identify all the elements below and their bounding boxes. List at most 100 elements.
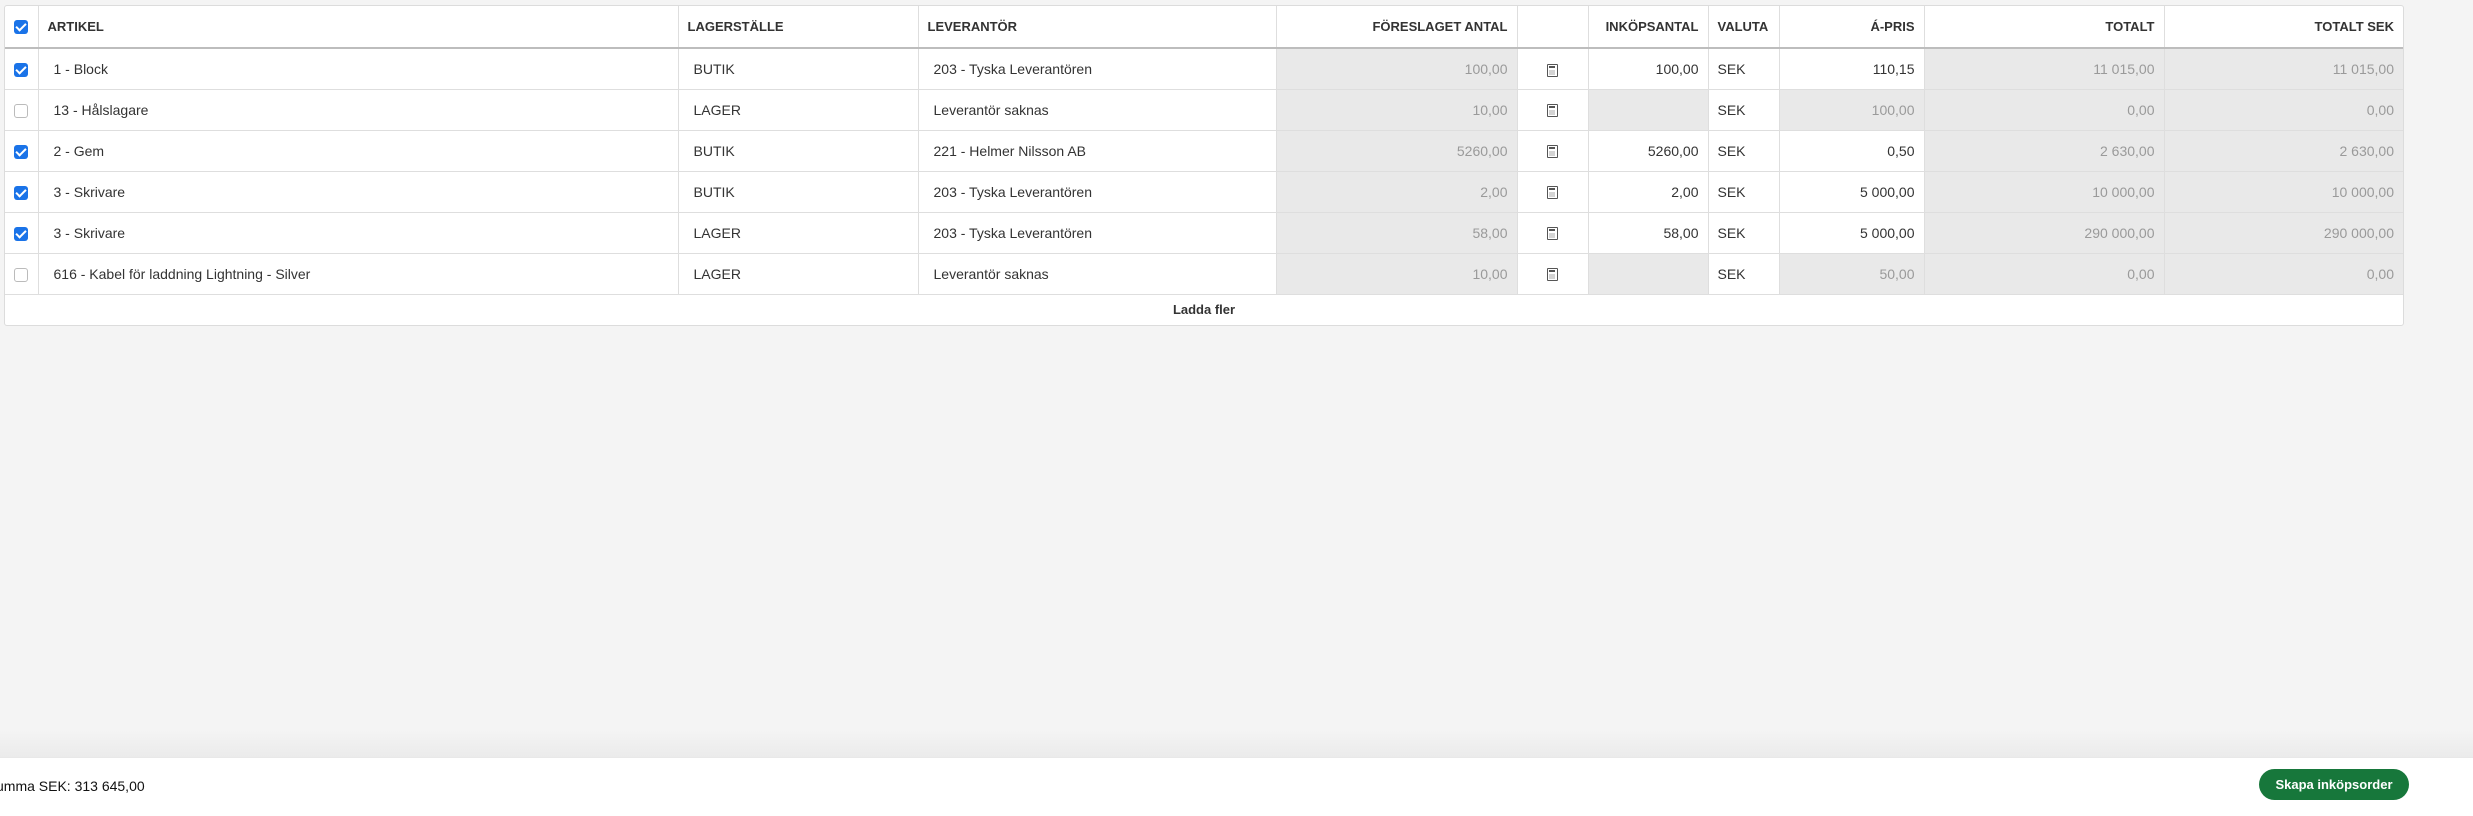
table: ARTIKEL LAGERSTÄLLE LEVERANTÖR FÖRESLAGE… bbox=[5, 6, 2403, 295]
col-header-totalt-sek[interactable]: TOTALT SEK bbox=[2164, 6, 2403, 49]
cell-a-pris-input[interactable]: 0,50 bbox=[1779, 130, 1925, 172]
row-checkbox[interactable] bbox=[14, 103, 29, 118]
row-checkbox[interactable] bbox=[14, 185, 29, 200]
calculator-icon[interactable] bbox=[1547, 227, 1558, 241]
cell-leverantor[interactable]: 203 - Tyska Leverantören bbox=[918, 171, 1277, 213]
row-checkbox[interactable] bbox=[14, 62, 29, 77]
cell-a-pris-input: 50,00 bbox=[1779, 253, 1925, 295]
calculator-icon[interactable] bbox=[1547, 268, 1558, 282]
col-header-lagerstalle[interactable]: LAGERSTÄLLE bbox=[678, 6, 919, 49]
cell-foreslaget-antal: 10,00 bbox=[1276, 253, 1518, 295]
table-header-row: ARTIKEL LAGERSTÄLLE LEVERANTÖR FÖRESLAGE… bbox=[5, 6, 2403, 49]
cell-lagerstalle: LAGER bbox=[678, 212, 919, 254]
cell-totalt: 0,00 bbox=[1924, 89, 2165, 131]
table-row: 616 - Kabel för laddning Lightning - Sil… bbox=[5, 253, 2403, 295]
cell-totalt: 10 000,00 bbox=[1924, 171, 2165, 213]
cell-leverantor[interactable]: Leverantör saknas bbox=[918, 89, 1277, 131]
col-header-artikel[interactable]: ARTIKEL bbox=[38, 6, 679, 49]
table-row: 13 - Hålslagare LAGER Leverantör saknas 10,… bbox=[5, 89, 2403, 131]
cell-a-pris-input: 100,00 bbox=[1779, 89, 1925, 131]
calculator-icon[interactable] bbox=[1547, 145, 1558, 159]
cell-lagerstalle: LAGER bbox=[678, 89, 919, 131]
cell-totalt-sek: 10 000,00 bbox=[2164, 171, 2403, 213]
cell-totalt: 0,00 bbox=[1924, 253, 2165, 295]
cell-valuta: SEK bbox=[1708, 171, 1780, 213]
cell-valuta: SEK bbox=[1708, 89, 1780, 131]
cell-totalt: 290 000,00 bbox=[1924, 212, 2165, 254]
col-header-a-pris[interactable]: Á-PRIS bbox=[1779, 6, 1925, 49]
cell-totalt: 11 015,00 bbox=[1924, 48, 2165, 90]
cell-inkopsantal-input[interactable]: 5260,00 bbox=[1588, 130, 1709, 172]
cell-inkopsantal-input bbox=[1588, 253, 1709, 295]
row-select-cell[interactable] bbox=[5, 48, 39, 90]
cell-a-pris-input[interactable]: 5 000,00 bbox=[1779, 212, 1925, 254]
calculator-icon[interactable] bbox=[1547, 63, 1558, 77]
cell-valuta: SEK bbox=[1708, 253, 1780, 295]
cell-totalt-sek: 0,00 bbox=[2164, 253, 2403, 295]
cell-artikel: 1 - Block bbox=[38, 48, 679, 90]
cell-calculator[interactable] bbox=[1517, 48, 1589, 90]
col-header-valuta[interactable]: VALUTA bbox=[1708, 6, 1780, 49]
calculator-icon[interactable] bbox=[1547, 104, 1558, 118]
cell-totalt: 2 630,00 bbox=[1924, 130, 2165, 172]
cell-calculator[interactable] bbox=[1517, 171, 1589, 213]
cell-calculator[interactable] bbox=[1517, 253, 1589, 295]
cell-foreslaget-antal: 2,00 bbox=[1276, 171, 1518, 213]
cell-foreslaget-antal: 100,00 bbox=[1276, 48, 1518, 90]
footer-shadow bbox=[0, 730, 2473, 757]
cell-artikel: 3 - Skrivare bbox=[38, 212, 679, 254]
cell-totalt-sek: 11 015,00 bbox=[2164, 48, 2403, 90]
row-select-cell[interactable] bbox=[5, 171, 39, 213]
footer-bar: umma SEK: 313 645,00 Skapa inköpsorder bbox=[0, 757, 2473, 816]
col-header-foreslaget-antal[interactable]: FÖRESLAGET ANTAL bbox=[1276, 6, 1518, 49]
table-row: 2 - Gem BUTIK 221 - Helmer Nilsson AB 5260,… bbox=[5, 130, 2403, 172]
cell-inkopsantal-input bbox=[1588, 89, 1709, 131]
row-checkbox[interactable] bbox=[14, 267, 29, 282]
cell-valuta: SEK bbox=[1708, 212, 1780, 254]
cell-leverantor[interactable]: 203 - Tyska Leverantören bbox=[918, 212, 1277, 254]
col-header-calculator bbox=[1517, 6, 1589, 49]
cell-calculator[interactable] bbox=[1517, 212, 1589, 254]
row-select-cell[interactable] bbox=[5, 212, 39, 254]
calculator-icon[interactable] bbox=[1547, 186, 1558, 200]
cell-totalt-sek: 2 630,00 bbox=[2164, 130, 2403, 172]
cell-artikel: 2 - Gem bbox=[38, 130, 679, 172]
cell-calculator[interactable] bbox=[1517, 89, 1589, 131]
cell-foreslaget-antal: 10,00 bbox=[1276, 89, 1518, 131]
cell-inkopsantal-input[interactable]: 58,00 bbox=[1588, 212, 1709, 254]
cell-calculator[interactable] bbox=[1517, 130, 1589, 172]
row-checkbox[interactable] bbox=[14, 144, 29, 159]
create-purchase-order-button[interactable]: Skapa inköpsorder bbox=[2259, 769, 2409, 800]
cell-artikel: 13 - Hålslagare bbox=[38, 89, 679, 131]
cell-valuta: SEK bbox=[1708, 130, 1780, 172]
select-all-checkbox[interactable] bbox=[14, 20, 29, 35]
cell-artikel: 3 - Skrivare bbox=[38, 171, 679, 213]
cell-a-pris-input[interactable]: 110,15 bbox=[1779, 48, 1925, 90]
col-header-totalt[interactable]: TOTALT bbox=[1924, 6, 2165, 49]
cell-lagerstalle: LAGER bbox=[678, 253, 919, 295]
table-row: 3 - Skrivare BUTIK 203 - Tyska Leverantöre… bbox=[5, 171, 2403, 213]
cell-inkopsantal-input[interactable]: 100,00 bbox=[1588, 48, 1709, 90]
cell-leverantor[interactable]: 221 - Helmer Nilsson AB bbox=[918, 130, 1277, 172]
cell-lagerstalle: BUTIK bbox=[678, 171, 919, 213]
cell-leverantor[interactable]: 203 - Tyska Leverantören bbox=[918, 48, 1277, 90]
row-select-cell[interactable] bbox=[5, 253, 39, 295]
select-all-cell[interactable] bbox=[5, 6, 39, 49]
cell-totalt-sek: 0,00 bbox=[2164, 89, 2403, 131]
cell-valuta: SEK bbox=[1708, 48, 1780, 90]
row-select-cell[interactable] bbox=[5, 130, 39, 172]
row-checkbox[interactable] bbox=[14, 226, 29, 241]
cell-a-pris-input[interactable]: 5 000,00 bbox=[1779, 171, 1925, 213]
col-header-inkopsantal[interactable]: INKÖPSANTAL bbox=[1588, 6, 1709, 49]
row-select-cell[interactable] bbox=[5, 89, 39, 131]
cell-leverantor[interactable]: Leverantör saknas bbox=[918, 253, 1277, 295]
cell-artikel: 616 - Kabel för laddning Lightning - Sil… bbox=[38, 253, 679, 295]
purchase-suggestion-table: ARTIKEL LAGERSTÄLLE LEVERANTÖR FÖRESLAGE… bbox=[4, 5, 2404, 326]
load-more-button[interactable]: Ladda fler bbox=[5, 295, 2403, 325]
cell-lagerstalle: BUTIK bbox=[678, 48, 919, 90]
cell-foreslaget-antal: 5260,00 bbox=[1276, 130, 1518, 172]
col-header-leverantor[interactable]: LEVERANTÖR bbox=[918, 6, 1277, 49]
cell-inkopsantal-input[interactable]: 2,00 bbox=[1588, 171, 1709, 213]
table-row: 1 - Block BUTIK 203 - Tyska Leverantören 10… bbox=[5, 48, 2403, 90]
table-row: 3 - Skrivare LAGER 203 - Tyska Leverantöre… bbox=[5, 212, 2403, 254]
